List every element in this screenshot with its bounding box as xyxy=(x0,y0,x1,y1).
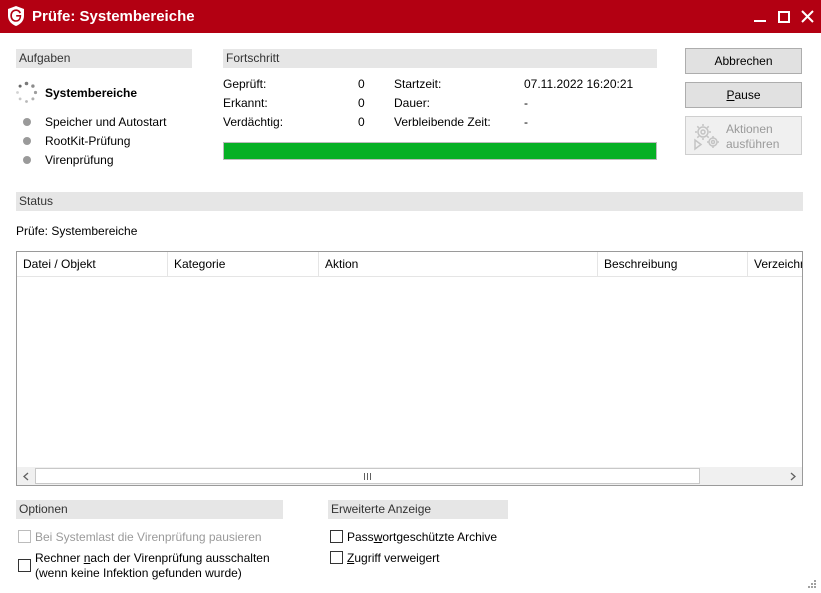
chevron-right-icon xyxy=(790,472,796,480)
gears-icon xyxy=(694,124,719,151)
pause-on-load-checkbox xyxy=(18,530,31,543)
suspicious-value: 0 xyxy=(358,115,365,129)
remaining-time-value: - xyxy=(524,115,528,129)
pause-on-load-label: Bei Systemlast die Virenprüfung pausiere… xyxy=(35,530,262,544)
start-time-label: Startzeit: xyxy=(394,77,442,91)
progress-fill xyxy=(224,143,656,159)
protected-archives-checkbox[interactable] xyxy=(330,530,343,543)
status-text: Prüfe: Systembereiche xyxy=(16,224,138,238)
scan-progress-bar xyxy=(223,142,657,160)
chevron-left-icon xyxy=(22,472,28,480)
table-header: Datei / Objekt Kategorie Aktion Beschrei… xyxy=(17,252,802,277)
minimize-button[interactable] xyxy=(748,0,772,33)
access-denied-label[interactable]: Zugriff verweigert xyxy=(347,551,440,566)
run-actions-label-line1: Aktionen xyxy=(726,122,773,136)
maximize-button[interactable] xyxy=(772,0,796,33)
pause-button[interactable]: Pause xyxy=(685,82,802,108)
scroll-right-button[interactable] xyxy=(784,467,801,485)
duration-label: Dauer: xyxy=(394,96,431,110)
task-item-label: Virenprüfung xyxy=(45,153,114,167)
status-header: Status xyxy=(16,192,803,211)
suspicious-label: Verdächtig: xyxy=(223,115,284,129)
title-bar: Prüfe: Systembereiche xyxy=(0,0,821,33)
duration-value: - xyxy=(524,96,528,110)
detected-label: Erkannt: xyxy=(223,96,268,110)
close-button[interactable] xyxy=(795,0,819,33)
run-actions-label-line2: ausführen xyxy=(726,137,780,151)
options-header: Optionen xyxy=(16,500,283,519)
spinner-icon xyxy=(16,81,38,103)
protected-archives-label[interactable]: Passwortgeschützte Archive xyxy=(347,530,497,545)
results-table[interactable]: Datei / Objekt Kategorie Aktion Beschrei… xyxy=(16,251,803,486)
shutdown-label-line2: (wenn keine Infektion gefunden wurde) xyxy=(35,566,242,580)
resize-grip-icon[interactable] xyxy=(806,578,818,590)
archives-label-pre: Pass xyxy=(347,530,374,544)
column-header-description[interactable]: Beschreibung xyxy=(598,252,748,277)
horizontal-scrollbar[interactable] xyxy=(17,467,802,485)
minimize-icon xyxy=(754,19,766,22)
task-item-label: Speicher und Autostart xyxy=(45,115,167,129)
column-header-action[interactable]: Aktion xyxy=(319,252,598,277)
column-header-directory[interactable]: Verzeichni xyxy=(748,252,802,277)
checked-label: Geprüft: xyxy=(223,77,267,91)
column-header-category[interactable]: Kategorie xyxy=(168,252,319,277)
pause-label: ause xyxy=(734,88,761,102)
column-header-object[interactable]: Datei / Objekt xyxy=(17,252,168,277)
remaining-time-label: Verbleibende Zeit: xyxy=(394,115,491,129)
task-pending-icon xyxy=(23,137,31,145)
checked-value: 0 xyxy=(358,77,365,91)
window-title: Prüfe: Systembereiche xyxy=(32,8,195,25)
cancel-button[interactable]: Abbrechen xyxy=(685,48,802,74)
access-denied-checkbox[interactable] xyxy=(330,551,343,564)
gdata-shield-icon xyxy=(8,6,24,26)
archives-label-post: ortgeschützte Archive xyxy=(382,530,498,544)
task-item-label: RootKit-Prüfung xyxy=(45,134,131,148)
maximize-icon xyxy=(778,10,790,23)
current-task-label: Systembereiche xyxy=(45,86,138,100)
run-actions-button: Aktionen ausführen xyxy=(685,116,802,155)
access-denied-label-post: ugriff verweigert xyxy=(354,551,440,565)
progress-header: Fortschritt xyxy=(223,49,657,68)
shutdown-label-pre: Rechner xyxy=(35,551,84,565)
advanced-view-header: Erweiterte Anzeige xyxy=(328,500,508,519)
shutdown-label-post: ach der Virenprüfung ausschalten xyxy=(90,551,270,565)
detected-value: 0 xyxy=(358,96,365,110)
task-pending-icon xyxy=(23,118,31,126)
shutdown-after-scan-checkbox[interactable] xyxy=(18,559,31,572)
tasks-header: Aufgaben xyxy=(16,49,192,68)
grip-icon xyxy=(363,472,371,480)
close-icon xyxy=(800,10,814,23)
shutdown-after-scan-label[interactable]: Rechner nach der Virenprüfung ausschalte… xyxy=(35,551,270,581)
start-time-value: 07.11.2022 16:20:21 xyxy=(524,77,634,91)
scroll-thumb[interactable] xyxy=(35,468,700,484)
task-pending-icon xyxy=(23,156,31,164)
scroll-left-button[interactable] xyxy=(17,467,34,485)
